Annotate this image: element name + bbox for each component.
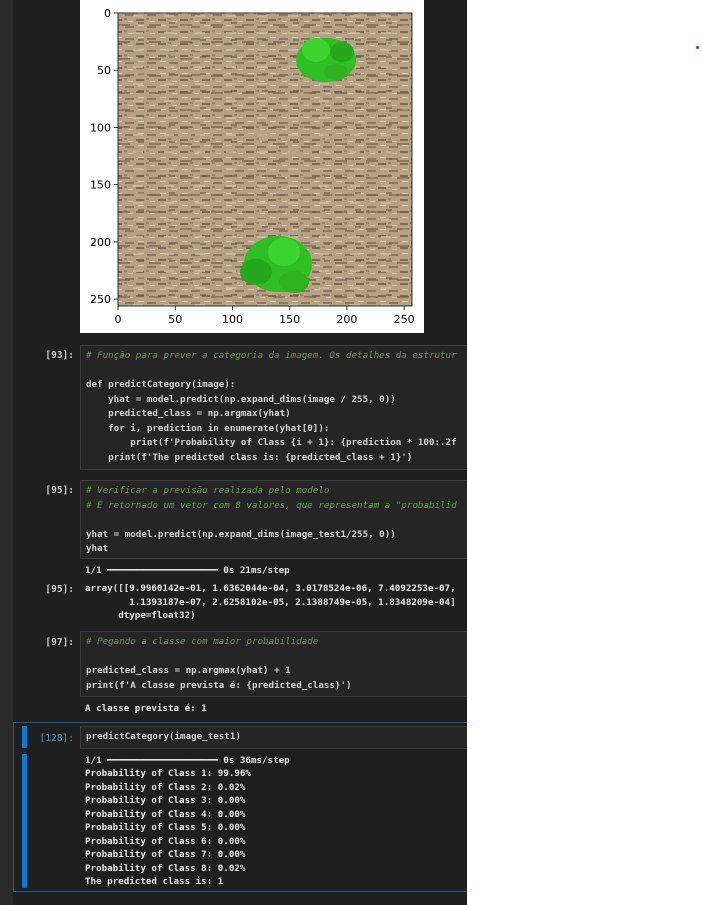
output-line: Probability of Class 8: 0.02% bbox=[85, 862, 246, 874]
output-line: The predicted class is: 1 bbox=[85, 876, 224, 887]
plot-area bbox=[117, 12, 413, 307]
cell-prompt-128: [128]: bbox=[39, 733, 74, 744]
cell-97-code[interactable]: # Pegando a classe com maior probabilida… bbox=[86, 635, 352, 693]
code-cell-97[interactable]: # Pegando a classe com maior probabilida… bbox=[80, 631, 467, 697]
x-tick-label: 50 bbox=[168, 313, 182, 326]
notebook-panel: 0 50 100 150 200 250 0 50 100 150 200 250 [93]: # … bbox=[0, 0, 467, 905]
x-tick-label: 200 bbox=[336, 313, 357, 326]
y-axis: 0 50 100 150 200 250 bbox=[90, 7, 118, 306]
output-line: Probability of Class 7: 0.00% bbox=[85, 849, 246, 860]
code-cell-95[interactable]: # Verificar a previsão realizada pelo mo… bbox=[80, 480, 467, 559]
code-line: yhat = model.predict(np.expand_dims(imag… bbox=[86, 528, 396, 540]
code-line: # Função para prever a categoria da imag… bbox=[86, 350, 457, 361]
code-line: print(f'The predicted class is: {predict… bbox=[86, 451, 413, 463]
cell-128-output-collapse-bar[interactable] bbox=[22, 754, 27, 888]
y-tick-label: 150 bbox=[90, 179, 111, 192]
output-line: dtype=float32) bbox=[85, 610, 196, 621]
code-line: def predictCategory(image): bbox=[86, 379, 236, 390]
x-axis: 0 50 100 150 200 250 bbox=[115, 306, 415, 326]
plant-top bbox=[296, 38, 356, 82]
progress-line-95: 1/1 ━━━━━━━━━━━━━━━━━━━━ 0s 21ms/step bbox=[85, 565, 290, 576]
code-line: yhat bbox=[86, 543, 109, 554]
cell-prompt-93: [93]: bbox=[45, 350, 74, 361]
cell-128-output: Probability of Class 1: 99.96% Probabili… bbox=[85, 767, 251, 889]
x-tick-label: 100 bbox=[222, 313, 243, 326]
cell-97-output: A classe prevista é: 1 bbox=[85, 703, 207, 714]
cell-prompt-95: [95]: bbox=[45, 485, 74, 496]
code-line: print(f'Probability of Class {i + 1}: {p… bbox=[86, 437, 457, 448]
code-line: # Pegando a classe com maior probabilida… bbox=[86, 636, 319, 647]
cell-95-output: array([[9.9960142e-01, 1.6362044e-04, 3.… bbox=[85, 582, 456, 623]
progress-line-128: 1/1 ━━━━━━━━━━━━━━━━━━━━ 0s 36ms/step bbox=[85, 755, 290, 766]
code-cell-93[interactable]: # Função para prever a categoria da imag… bbox=[80, 345, 467, 470]
output-line: Probability of Class 4: 0.00% bbox=[85, 808, 246, 820]
code-line: for i, prediction in enumerate(yhat[0]): bbox=[86, 422, 330, 434]
indicator-dot bbox=[696, 46, 699, 49]
output-line: Probability of Class 6: 0.00% bbox=[85, 835, 246, 847]
x-tick-label: 250 bbox=[394, 313, 415, 326]
x-tick-label: 150 bbox=[279, 313, 300, 326]
x-tick-label: 0 bbox=[115, 313, 122, 326]
output-line: Probability of Class 2: 0.02% bbox=[85, 781, 246, 793]
code-line: yhat = model.predict(np.expand_dims(imag… bbox=[86, 393, 396, 405]
y-tick-label: 50 bbox=[97, 64, 111, 77]
code-line: predicted_class = np.argmax(yhat) bbox=[86, 408, 291, 419]
cell-95-code[interactable]: # Verificar a previsão realizada pelo mo… bbox=[86, 484, 457, 557]
output-line: 1.1393187e-07, 2.6258102e-05, 2.1388749e… bbox=[85, 596, 456, 608]
blank-pane bbox=[467, 0, 702, 905]
code-line: # Verificar a previsão realizada pelo mo… bbox=[86, 485, 330, 496]
cell-93-code[interactable]: # Função para prever a categoria da imag… bbox=[86, 349, 457, 465]
code-line: # É retornado um vetor com 8 valores, qu… bbox=[86, 499, 457, 511]
output-prompt-95: [95]: bbox=[45, 584, 74, 595]
output-line: array([[9.9960142e-01, 1.6362044e-04, 3.… bbox=[85, 583, 456, 594]
cell-prompt-97: [97]: bbox=[45, 637, 74, 648]
notebook-gutter bbox=[0, 0, 13, 905]
y-tick-label: 200 bbox=[90, 236, 111, 249]
code-line: predicted_class = np.argmax(yhat) + 1 bbox=[86, 665, 291, 676]
image-plot-figure: 0 50 100 150 200 250 0 50 100 150 200 250 bbox=[80, 0, 424, 333]
y-tick-label: 0 bbox=[104, 7, 111, 20]
y-tick-label: 250 bbox=[90, 293, 111, 306]
output-line: Probability of Class 1: 99.96% bbox=[85, 768, 251, 779]
code-cell-128[interactable]: predictCategory(image_test1) bbox=[80, 726, 467, 749]
image-plot-svg: 0 50 100 150 200 250 0 50 100 150 200 250 bbox=[90, 7, 415, 326]
code-line: print(f'A classe prevista é: {predicted_… bbox=[86, 679, 352, 691]
output-line: Probability of Class 5: 0.00% bbox=[85, 822, 246, 833]
y-tick-label: 100 bbox=[90, 121, 111, 134]
cell-128-code[interactable]: predictCategory(image_test1) bbox=[86, 730, 241, 745]
output-line: Probability of Class 3: 0.00% bbox=[85, 795, 246, 806]
